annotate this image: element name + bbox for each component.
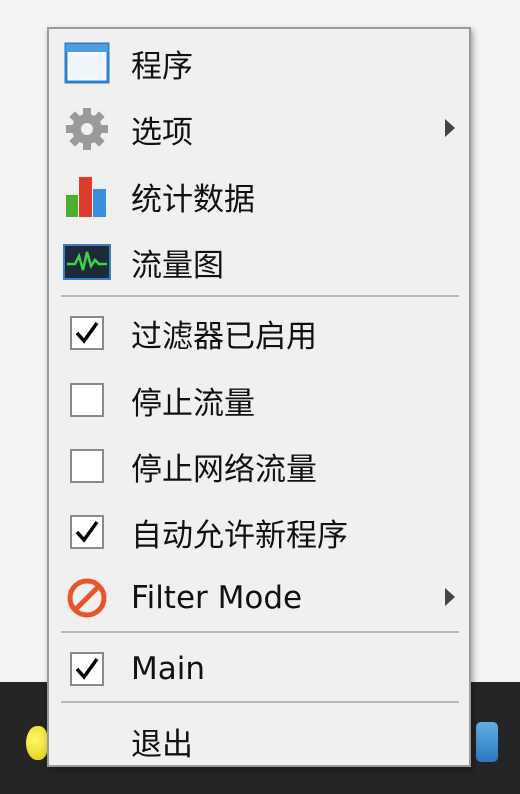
traffic-graph-icon [61, 236, 113, 288]
gear-icon [61, 103, 113, 155]
menu-separator [61, 631, 459, 633]
menu-item-label: Main [131, 651, 206, 687]
checkmark-icon [75, 321, 99, 344]
checkmark-icon [75, 520, 99, 543]
menu-item-filter-mode[interactable]: Filter Mode [61, 568, 459, 628]
tray-app-icon[interactable] [26, 726, 48, 760]
bar-chart-icon [61, 170, 113, 222]
submenu-arrow-icon [445, 588, 455, 606]
menu-item-label: 选项 [131, 114, 193, 151]
menu-item-label: 统计数据 [131, 181, 255, 218]
context-menu: 程序 选项 统计数据 流量图 过滤器已启用 停止流量 停止网络流量 自动允许新程… [47, 27, 471, 767]
tray-network-icon[interactable] [476, 722, 498, 762]
menu-item-auto-allow-new-programs[interactable]: 自动允许新程序 [61, 502, 459, 562]
menu-separator [61, 701, 459, 703]
menu-item-label: Filter Mode [131, 580, 303, 616]
menu-item-traffic-graph[interactable]: 流量图 [61, 232, 459, 292]
submenu-arrow-icon [445, 119, 455, 137]
auto-allow-checkbox[interactable] [70, 515, 104, 549]
menu-item-stop-network-traffic[interactable]: 停止网络流量 [61, 436, 459, 496]
menu-item-exit[interactable]: 退出 [61, 711, 459, 771]
menu-item-label: 停止流量 [131, 385, 255, 422]
menu-item-label: 自动允许新程序 [131, 517, 348, 554]
menu-item-label: 流量图 [131, 247, 224, 284]
main-checkbox[interactable] [70, 652, 104, 686]
menu-item-filter-enabled[interactable]: 过滤器已启用 [61, 303, 459, 363]
menu-item-label: 停止网络流量 [131, 451, 317, 488]
menu-separator [61, 295, 459, 297]
menu-item-statistics[interactable]: 统计数据 [61, 166, 459, 226]
stop-traffic-checkbox[interactable] [70, 383, 104, 417]
menu-item-label: 程序 [131, 48, 193, 85]
stop-network-traffic-checkbox[interactable] [70, 449, 104, 483]
window-icon [61, 37, 113, 89]
menu-item-options[interactable]: 选项 [61, 99, 459, 159]
menu-item-label: 过滤器已启用 [131, 318, 317, 355]
menu-item-programs[interactable]: 程序 [61, 33, 459, 93]
menu-item-main[interactable]: Main [61, 639, 459, 699]
filter-enabled-checkbox[interactable] [70, 316, 104, 350]
checkmark-icon [75, 657, 99, 680]
menu-item-label: 退出 [131, 726, 193, 763]
menu-item-stop-traffic[interactable]: 停止流量 [61, 370, 459, 430]
prohibited-icon [61, 572, 113, 624]
